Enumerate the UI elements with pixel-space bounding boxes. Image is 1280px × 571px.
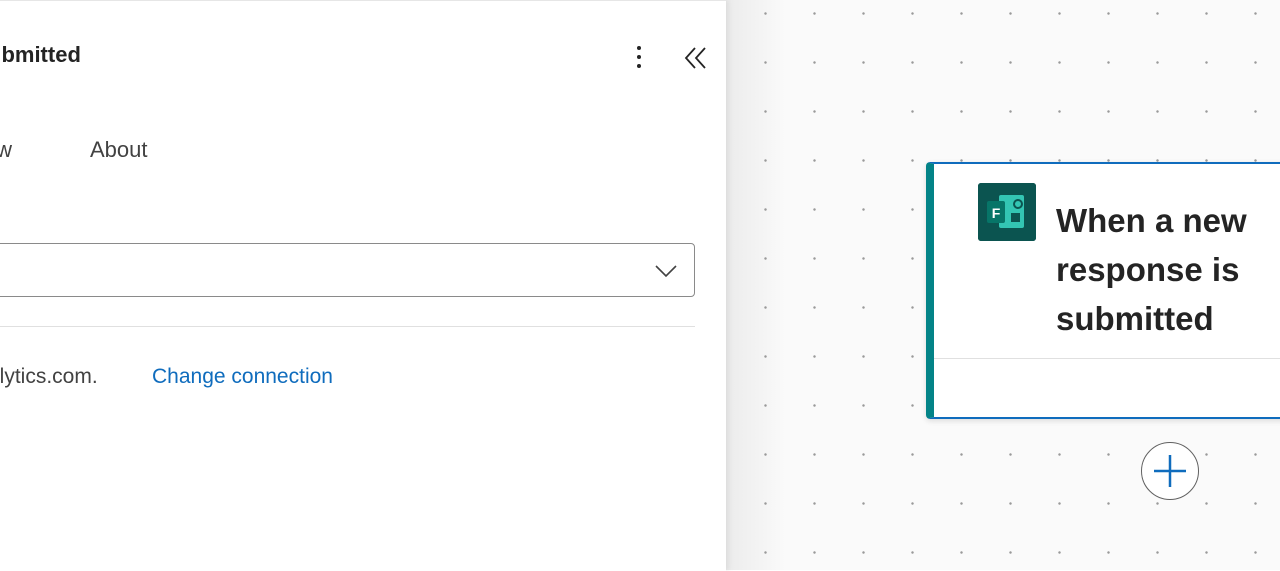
plus-icon: [1154, 455, 1186, 487]
add-step-button[interactable]: [1141, 442, 1199, 500]
connection-text: alytics.com.: [0, 365, 98, 388]
change-connection-link[interactable]: Change connection: [152, 365, 333, 389]
more-vertical-icon: [637, 46, 641, 50]
form-id-dropdown[interactable]: [0, 243, 695, 297]
flow-canvas[interactable]: F When a new response is submitted: [726, 0, 1280, 570]
trigger-card[interactable]: F When a new response is submitted: [926, 162, 1280, 419]
collapse-panel-button[interactable]: [680, 42, 712, 74]
chevrons-left-icon: [684, 47, 706, 69]
more-options-button[interactable]: [626, 41, 652, 73]
card-divider: [934, 358, 1280, 359]
trigger-config-panel: ubmitted view About alytics.com. Change …: [0, 0, 726, 571]
svg-text:F: F: [992, 205, 1001, 221]
tab-about[interactable]: About: [90, 137, 148, 163]
chevron-down-icon: [655, 265, 677, 278]
trigger-card-title: When a new response is submitted: [1056, 202, 1247, 337]
panel-title: ubmitted: [0, 42, 81, 67]
tab-overview[interactable]: view: [0, 137, 12, 163]
section-divider: [0, 326, 695, 327]
microsoft-forms-icon: F: [978, 183, 1036, 241]
